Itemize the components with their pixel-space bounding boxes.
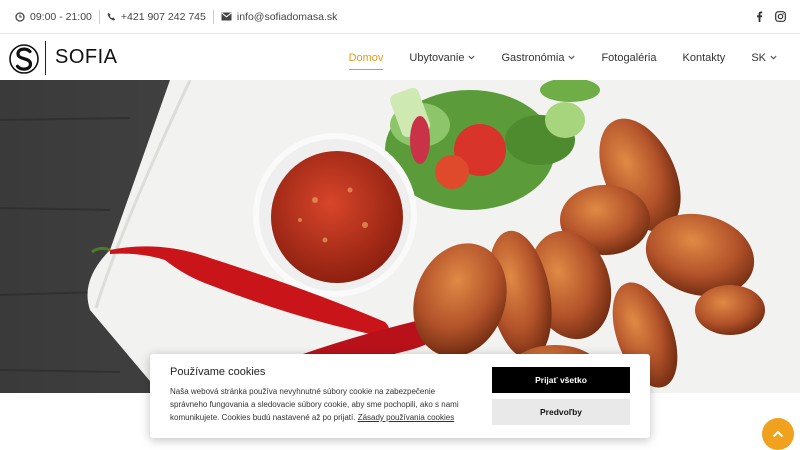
email-contact[interactable]: info@sofiadomasa.sk xyxy=(214,10,345,24)
chevron-down-icon xyxy=(568,55,576,60)
hero-slider[interactable] xyxy=(0,80,800,393)
nav-label: Kontakty xyxy=(682,51,726,64)
clock-icon xyxy=(15,11,25,22)
language-switcher[interactable]: SK xyxy=(738,35,790,80)
cookie-title: Používame cookies xyxy=(170,366,266,378)
hero-food-image xyxy=(0,80,800,393)
email-text[interactable]: info@sofiadomasa.sk xyxy=(237,11,338,23)
accept-all-button[interactable]: Prijať všetko xyxy=(492,367,630,393)
nav-label: Fotogaléria xyxy=(601,51,657,64)
back-to-top-button[interactable] xyxy=(762,418,794,450)
social-links xyxy=(756,11,800,22)
nav-item-ubytovanie[interactable]: Ubytovanie xyxy=(396,35,488,80)
logo-text: SOFIA xyxy=(55,46,118,68)
nav-item-domov[interactable]: Domov xyxy=(336,35,397,80)
envelope-icon xyxy=(221,12,232,21)
nav-label: Domov xyxy=(348,51,384,64)
nav-label: Ubytovanie xyxy=(409,51,465,64)
instagram-icon[interactable] xyxy=(775,11,786,22)
main-navigation: Domov Ubytovanie Gastronómia Fotogaléria… xyxy=(336,35,800,80)
phone-contact[interactable]: +421 907 242 745 xyxy=(100,9,214,24)
nav-label: SK xyxy=(751,51,766,64)
cookie-text: Naša webová stránka používa nevyhnutné s… xyxy=(170,385,470,424)
cookie-consent-dialog: Používame cookies Naša webová stránka po… xyxy=(150,354,650,438)
logo-s-mark-icon xyxy=(9,41,39,75)
chevron-up-icon xyxy=(772,430,784,438)
phone-text[interactable]: +421 907 242 745 xyxy=(121,11,206,23)
nav-item-gastronomia[interactable]: Gastronómia xyxy=(488,35,588,80)
facebook-icon[interactable] xyxy=(756,11,763,22)
opening-hours: 09:00 - 21:00 xyxy=(0,9,100,24)
nav-label: Gastronómia xyxy=(501,51,565,64)
main-header: SOFIA Domov Ubytovanie Gastronómia Fotog… xyxy=(0,35,800,80)
chevron-down-icon xyxy=(770,55,777,60)
top-info-bar: 09:00 - 21:00 +421 907 242 745 info@sofi… xyxy=(0,0,800,34)
phone-icon xyxy=(107,12,116,21)
logo[interactable]: SOFIA xyxy=(9,40,118,75)
nav-item-kontakty[interactable]: Kontakty xyxy=(670,35,739,80)
nav-item-fotogaleria[interactable]: Fotogaléria xyxy=(588,35,669,80)
hours-text: 09:00 - 21:00 xyxy=(30,10,92,23)
logo-divider xyxy=(45,40,46,75)
preferences-button[interactable]: Predvoľby xyxy=(492,399,630,425)
chevron-down-icon xyxy=(468,55,476,60)
cookie-policy-link[interactable]: Zásady používania cookies xyxy=(358,413,455,422)
